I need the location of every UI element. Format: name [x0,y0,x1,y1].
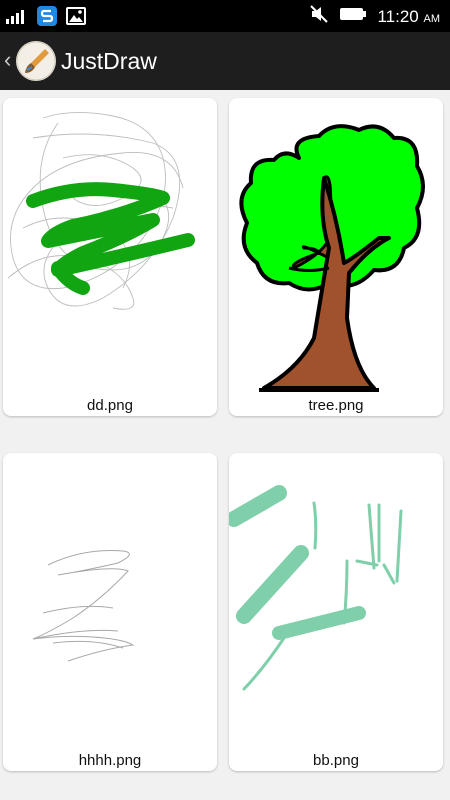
drawing-filename: hhhh.png [78,752,142,769]
drawing-thumbnail-tree [239,124,425,392]
drawing-card-hhhh[interactable]: hhhh.png [3,453,217,771]
mute-icon [309,4,329,29]
signal-icon [6,7,28,30]
drawing-thumbnail-dd [7,111,195,310]
gallery-icon [66,6,86,31]
status-bar: 11:20 AM [0,0,450,32]
drawing-filename: dd.png [87,397,133,414]
status-time: 11:20 AM [377,7,440,27]
paintbrush-logo-icon[interactable] [16,41,56,81]
drawings-grid: dd.png tree.png hhhh.png bb.png [0,90,450,800]
drawing-thumbnail-hhhh [32,550,135,662]
drawing-card-bb[interactable]: bb.png [229,453,443,771]
drawing-card-dd[interactable]: dd.png [3,98,217,416]
app-s-icon [36,5,58,32]
drawing-card-tree[interactable]: tree.png [229,98,443,416]
drawing-filename: bb.png [313,752,359,769]
battery-icon [339,6,367,27]
app-title: JustDraw [61,48,157,74]
action-bar: ‹ JustDraw [0,32,450,90]
status-time-value: 11:20 [377,6,419,26]
status-time-ampm: AM [423,12,441,25]
drawing-thumbnail-bb [229,485,403,691]
drawing-filename: tree.png [308,397,364,414]
back-chevron-icon[interactable]: ‹ [4,47,11,73]
